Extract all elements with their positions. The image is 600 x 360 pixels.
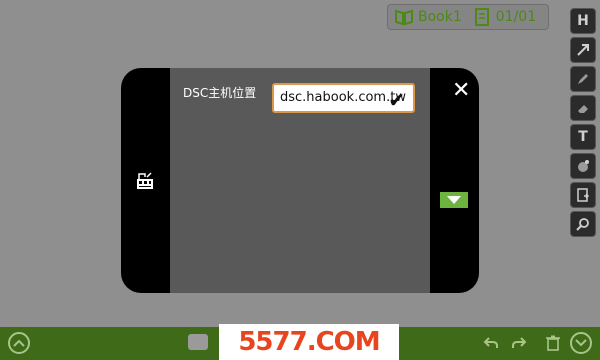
- book-label: Book1: [418, 9, 462, 25]
- search-icon: [576, 218, 589, 231]
- dsc-host-input[interactable]: dsc.habook.com.tw ✔: [272, 83, 415, 113]
- close-icon[interactable]: ✕: [452, 80, 470, 102]
- dropdown-icon: [447, 196, 461, 204]
- dsc-host-dialog: DSC主机位置 dsc.habook.com.tw ✔ ✕: [121, 68, 479, 293]
- undo-icon[interactable]: [480, 332, 502, 354]
- dsc-host-label: DSC主机位置: [183, 86, 257, 100]
- pointer-icon: [577, 44, 589, 56]
- check-icon[interactable]: ✔: [388, 88, 405, 111]
- chevron-down-icon[interactable]: [570, 332, 592, 354]
- fill-icon: [578, 160, 589, 172]
- camera-icon[interactable]: [188, 334, 208, 350]
- fill-tool-button[interactable]: [570, 153, 596, 179]
- page-icon: [472, 8, 492, 26]
- server-icon[interactable]: [135, 171, 155, 191]
- book-badge[interactable]: Book1 01/01: [387, 4, 549, 30]
- page-add-icon: [577, 188, 590, 202]
- highlight-icon: H: [577, 13, 589, 29]
- dsc-host-value: dsc.habook.com.tw: [280, 90, 406, 105]
- highlight-tool-button[interactable]: H: [570, 8, 596, 34]
- trash-icon[interactable]: [542, 332, 564, 354]
- text-icon: T: [578, 129, 588, 145]
- eraser-icon: [578, 105, 588, 113]
- page-add-tool-button[interactable]: [570, 182, 596, 208]
- eraser-tool-button[interactable]: [570, 95, 596, 121]
- right-toolbar: H T: [570, 8, 598, 240]
- search-tool-button[interactable]: [570, 211, 596, 237]
- watermark-logo: 5577.COM: [219, 324, 399, 360]
- text-tool-button[interactable]: T: [570, 124, 596, 150]
- pen-tool-button[interactable]: [570, 66, 596, 92]
- book-icon: [394, 8, 414, 26]
- page-label: 01/01: [495, 9, 537, 25]
- pen-icon: [578, 74, 588, 84]
- pointer-tool-button[interactable]: [570, 37, 596, 63]
- redo-icon[interactable]: [508, 332, 530, 354]
- dropdown-button[interactable]: [440, 192, 468, 208]
- chevron-up-icon[interactable]: [8, 332, 30, 354]
